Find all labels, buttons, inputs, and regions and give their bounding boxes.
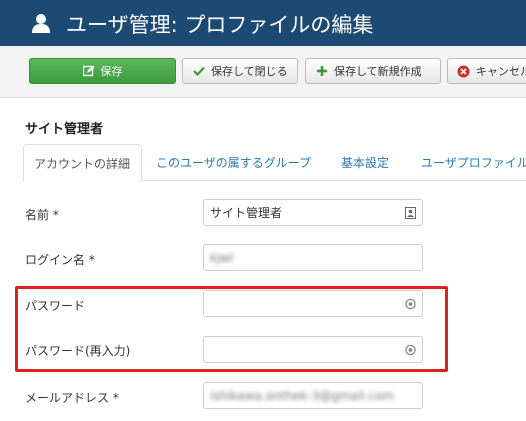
tab-user-profile[interactable]: ユーザプロファイル xyxy=(421,144,526,181)
save-button-label: 保存 xyxy=(100,65,123,78)
name-field[interactable]: サイト管理者 xyxy=(203,199,423,226)
login-label: ログイン名 * xyxy=(25,253,95,267)
tab-user-groups[interactable]: このユーザの属するグループ xyxy=(156,144,311,181)
save-button[interactable]: 保存 xyxy=(29,58,176,84)
plus-icon xyxy=(317,66,327,76)
cancel-label: キャンセル xyxy=(476,65,526,78)
email-value: ishikawa.onthek-3@gmail.com xyxy=(210,388,394,403)
tab-basic-settings[interactable]: 基本設定 xyxy=(341,144,389,181)
email-label: メールアドレス * xyxy=(25,391,119,405)
contact-card-icon xyxy=(405,207,416,219)
tab-bar: アカウントの詳細 このユーザの属するグループ 基本設定 ユーザプロファイル xyxy=(23,144,526,182)
page-title: ユーザ管理: プロファイルの編集 xyxy=(66,13,374,37)
page-header: ユーザ管理: プロファイルの編集 xyxy=(0,0,526,46)
section-title: サイト管理者 xyxy=(25,122,104,137)
password-highlight-annotation xyxy=(15,286,448,372)
check-icon xyxy=(193,66,205,77)
cancel-button[interactable]: キャンセル xyxy=(447,58,526,84)
save-and-new-button[interactable]: 保存して新規作成 xyxy=(305,58,441,84)
toolbar: 保存 保存して閉じる 保存して新規作成 キャンセル xyxy=(0,46,526,98)
cancel-icon xyxy=(457,65,470,77)
save-and-new-label: 保存して新規作成 xyxy=(334,65,422,78)
tab-account-details[interactable]: アカウントの詳細 xyxy=(23,144,142,182)
email-field[interactable]: ishikawa.onthek-3@gmail.com xyxy=(203,382,423,409)
edit-icon xyxy=(82,65,94,77)
save-and-close-button[interactable]: 保存して閉じる xyxy=(182,58,298,84)
login-field[interactable]: kjwl xyxy=(203,244,423,271)
login-value: kjwl xyxy=(210,250,234,265)
name-value: サイト管理者 xyxy=(210,206,283,220)
name-label: 名前 * xyxy=(25,208,59,222)
user-icon xyxy=(32,14,50,33)
save-and-close-label: 保存して閉じる xyxy=(211,65,288,78)
